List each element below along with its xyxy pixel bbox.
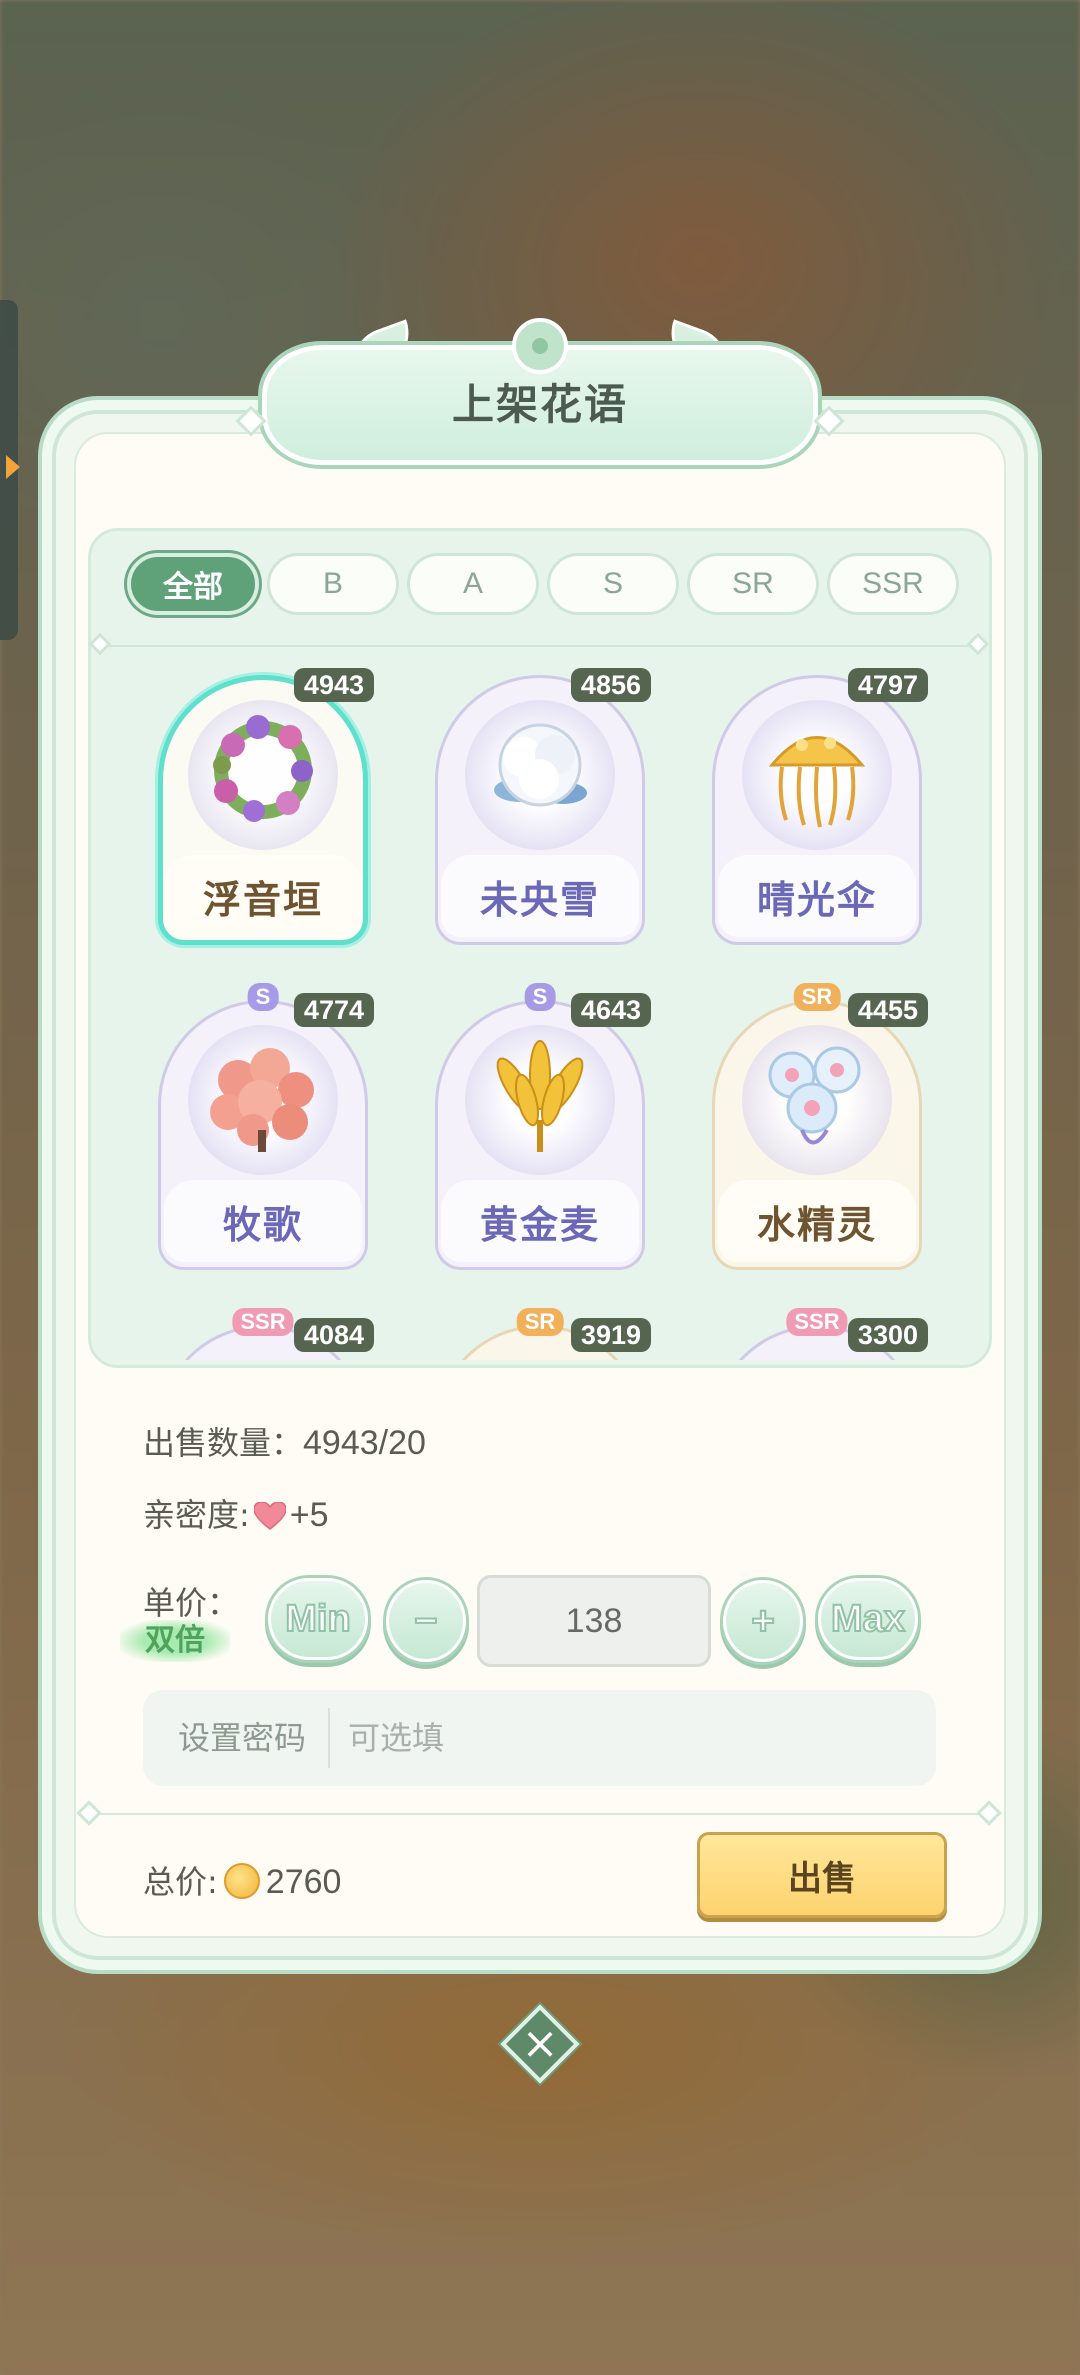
- max-button[interactable]: Max: [818, 1578, 918, 1660]
- unit-price-label: 单价：: [143, 1584, 240, 1622]
- item-card[interactable]: 牧歌 4774 S: [158, 983, 374, 1270]
- heart-icon: [253, 1500, 287, 1530]
- min-button[interactable]: Min: [268, 1578, 368, 1660]
- item-count-badge: 4943: [293, 668, 374, 702]
- item-count-badge: 4774: [293, 993, 374, 1027]
- item-count-badge: 3300: [847, 1318, 928, 1352]
- cotton-flower-icon: [494, 723, 587, 807]
- close-icon[interactable]: ×: [512, 2016, 568, 2072]
- jellyfish-flower-icon: [768, 736, 866, 828]
- item-card[interactable]: 3919 SR: [435, 1308, 651, 1360]
- golden-wheat-icon: [496, 1040, 584, 1152]
- sell-quantity-label: 出售数量：: [143, 1424, 304, 1462]
- sell-quantity-value: 4943/20: [303, 1424, 426, 1462]
- password-input[interactable]: [348, 1690, 908, 1786]
- divider: [96, 645, 984, 647]
- double-tag: 双倍: [120, 1620, 230, 1662]
- total-row: 总价: 2760: [143, 1857, 341, 1903]
- total-label: 总价:: [143, 1863, 218, 1901]
- item-name: 浮音垣: [164, 855, 362, 937]
- coin-icon: [223, 1863, 260, 1899]
- rarity-badge: SSR: [232, 1308, 294, 1336]
- item-grid: 浮音垣 4943 未央雪 4856 晴光伞 4797 牧歌 4774 S 黄金麦…: [88, 660, 992, 1360]
- wreath-flower-icon: [213, 715, 313, 822]
- item-card[interactable]: 3300 SSR: [712, 1308, 928, 1360]
- item-name: 未央雪: [441, 855, 639, 937]
- item-card[interactable]: 4084 SSR: [158, 1308, 374, 1360]
- sell-quantity-row: 出售数量：4943/20: [143, 1418, 426, 1464]
- item-count-badge: 4856: [570, 668, 651, 702]
- divider: [328, 1708, 330, 1768]
- password-label: 设置密码: [178, 1719, 307, 1757]
- rarity-tabs: 全部 B A S SR SSR: [127, 553, 959, 615]
- intimacy-value: +5: [289, 1496, 329, 1534]
- item-count-badge: 4084: [293, 1318, 374, 1352]
- water-bubble-flower-icon: [768, 1046, 861, 1145]
- tab-sr[interactable]: SR: [687, 553, 819, 615]
- rarity-badge: SR: [793, 983, 841, 1011]
- unit-price-input[interactable]: 138: [477, 1575, 711, 1667]
- item-count-badge: 4455: [847, 993, 928, 1027]
- expand-arrow-icon[interactable]: [6, 455, 20, 479]
- tab-a[interactable]: A: [407, 553, 539, 615]
- plus-button[interactable]: +: [723, 1580, 803, 1662]
- item-count-badge: 4797: [847, 668, 928, 702]
- tab-all[interactable]: 全部: [127, 553, 259, 615]
- divider: [95, 1813, 985, 1815]
- rarity-badge: SR: [516, 1308, 564, 1336]
- tab-ssr[interactable]: SSR: [827, 553, 959, 615]
- item-count-badge: 3919: [570, 1318, 651, 1352]
- item-count-badge: 4643: [570, 993, 651, 1027]
- tab-s[interactable]: S: [547, 553, 679, 615]
- flower-emblem-icon: [512, 318, 568, 374]
- sell-button[interactable]: 出售: [697, 1832, 947, 1918]
- item-name: 晴光伞: [718, 855, 916, 937]
- total-value: 2760: [265, 1863, 342, 1901]
- item-card[interactable]: 浮音垣 4943: [158, 660, 374, 945]
- item-name: 黄金麦: [441, 1180, 639, 1262]
- rarity-badge: SSR: [786, 1308, 848, 1336]
- item-card[interactable]: 黄金麦 4643 S: [435, 983, 651, 1270]
- item-card[interactable]: 未央雪 4856: [435, 660, 651, 945]
- item-card[interactable]: 晴光伞 4797: [712, 660, 928, 945]
- item-card[interactable]: 水精灵 4455 SR: [712, 983, 928, 1270]
- intimacy-label: 亲密度:: [143, 1496, 250, 1534]
- rarity-badge: S: [247, 983, 279, 1011]
- rarity-badge: S: [524, 983, 556, 1011]
- intimacy-row: 亲密度: +5: [143, 1490, 329, 1536]
- minus-button[interactable]: −: [386, 1580, 466, 1662]
- password-row: 设置密码: [143, 1690, 936, 1786]
- item-name: 水精灵: [718, 1180, 916, 1262]
- pink-puff-flower-icon: [210, 1048, 314, 1152]
- tab-b[interactable]: B: [267, 553, 399, 615]
- item-name: 牧歌: [164, 1180, 362, 1262]
